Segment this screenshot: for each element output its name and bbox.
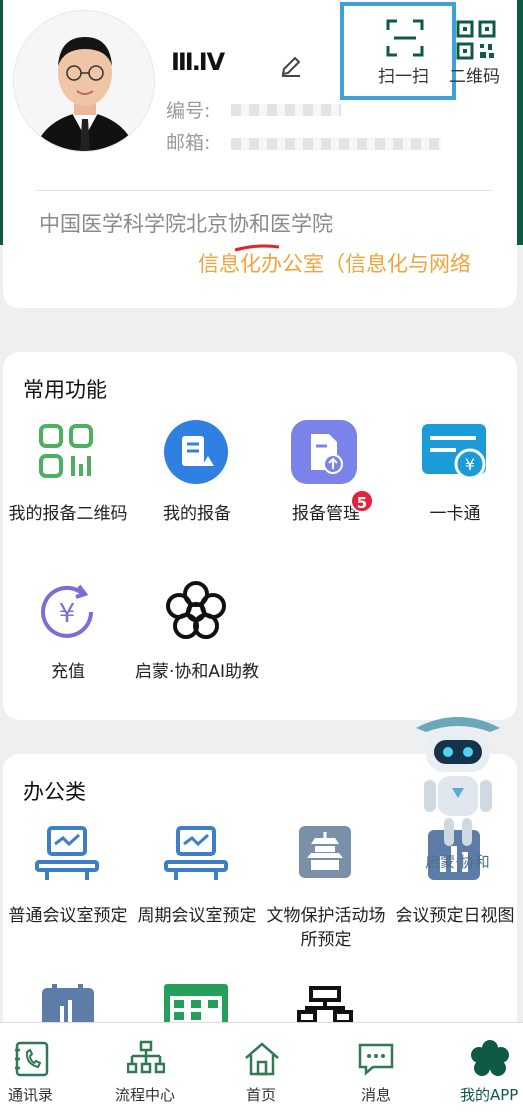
meeting-monitor-icon[interactable] xyxy=(33,822,101,890)
org-chart-icon[interactable] xyxy=(291,984,359,1022)
func-label[interactable]: 启蒙·协和AI助教 xyxy=(132,660,262,684)
phone-book-icon[interactable] xyxy=(13,1040,51,1078)
section-title: 办公类 xyxy=(23,780,86,804)
ai-robot-assistant[interactable] xyxy=(408,706,508,856)
qr-grid-icon[interactable] xyxy=(33,420,101,488)
id-value-redacted xyxy=(231,104,341,116)
upload-doc-icon[interactable] xyxy=(291,420,359,488)
notification-badge: 5 xyxy=(350,489,374,513)
id-label: 编号: xyxy=(166,100,211,122)
home-icon[interactable] xyxy=(243,1040,281,1078)
organization: 中国医学科学院北京协和医学院 xyxy=(39,212,333,236)
func-label[interactable]: 充值 xyxy=(3,660,133,684)
nav-label[interactable]: 消息 xyxy=(361,1084,391,1105)
meeting-monitor-icon[interactable] xyxy=(162,822,230,890)
svg-text:¥: ¥ xyxy=(59,599,76,629)
divider xyxy=(36,190,492,191)
nav-label[interactable]: 我的APP xyxy=(460,1084,518,1105)
edit-icon[interactable] xyxy=(279,54,303,78)
message-icon[interactable] xyxy=(357,1040,395,1078)
report-doc-icon[interactable] xyxy=(162,420,230,488)
email-label: 邮箱: xyxy=(166,132,211,154)
svg-text:¥: ¥ xyxy=(465,455,475,474)
calendar-chart-icon[interactable] xyxy=(38,984,106,1022)
temple-icon[interactable] xyxy=(291,822,359,890)
org-tree-icon[interactable] xyxy=(127,1040,165,1078)
email-value-redacted xyxy=(231,138,441,150)
gear-flower-icon[interactable] xyxy=(471,1040,509,1078)
robot-label[interactable]: 启蒙·协和 xyxy=(425,851,490,872)
scan-label[interactable]: 扫一扫 xyxy=(378,62,429,87)
func-label[interactable]: 文物保护活动场所预定 xyxy=(261,904,391,952)
calendar-icon[interactable] xyxy=(162,980,230,1022)
section-title: 常用功能 xyxy=(23,378,107,402)
avatar[interactable] xyxy=(13,10,155,152)
flower-icon[interactable] xyxy=(162,578,230,646)
func-label[interactable]: 一卡通 xyxy=(390,502,520,526)
red-mark xyxy=(234,244,280,252)
func-label[interactable]: 我的报备 xyxy=(132,502,262,526)
func-label[interactable]: 普通会议室预定 xyxy=(3,904,133,928)
func-label[interactable]: 周期会议室预定 xyxy=(132,904,262,928)
func-label[interactable]: 会议预定日视图 xyxy=(390,904,520,928)
user-name: Ⅲ.Ⅳ xyxy=(171,48,225,76)
nav-label[interactable]: 首页 xyxy=(246,1084,276,1105)
card-icon[interactable]: ¥ xyxy=(420,420,488,488)
qr-code-icon[interactable] xyxy=(456,20,496,60)
nav-label[interactable]: 通讯录 xyxy=(8,1084,53,1105)
qr-code-label[interactable]: 二维码 xyxy=(449,62,500,87)
nav-label[interactable]: 流程中心 xyxy=(115,1084,175,1105)
func-label[interactable]: 我的报备二维码 xyxy=(3,502,133,526)
scan-icon[interactable] xyxy=(385,18,425,58)
department: 信息化办公室（信息化与网络 xyxy=(198,252,471,276)
yen-refresh-icon[interactable]: ¥ xyxy=(33,578,101,646)
